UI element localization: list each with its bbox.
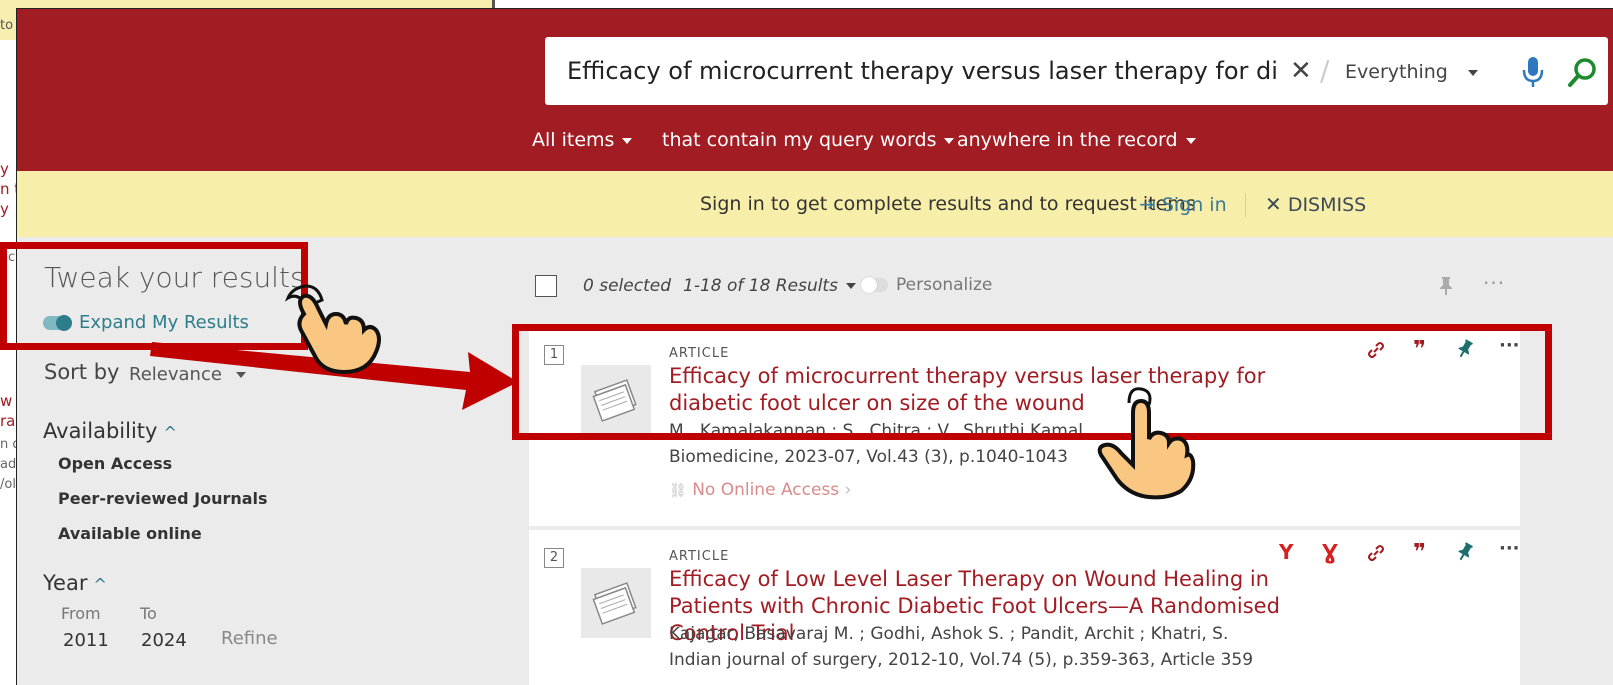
pointer-hand-icon [284,284,381,375]
annotation-arrow [150,342,518,410]
pointer-hand-icon [1097,387,1196,500]
